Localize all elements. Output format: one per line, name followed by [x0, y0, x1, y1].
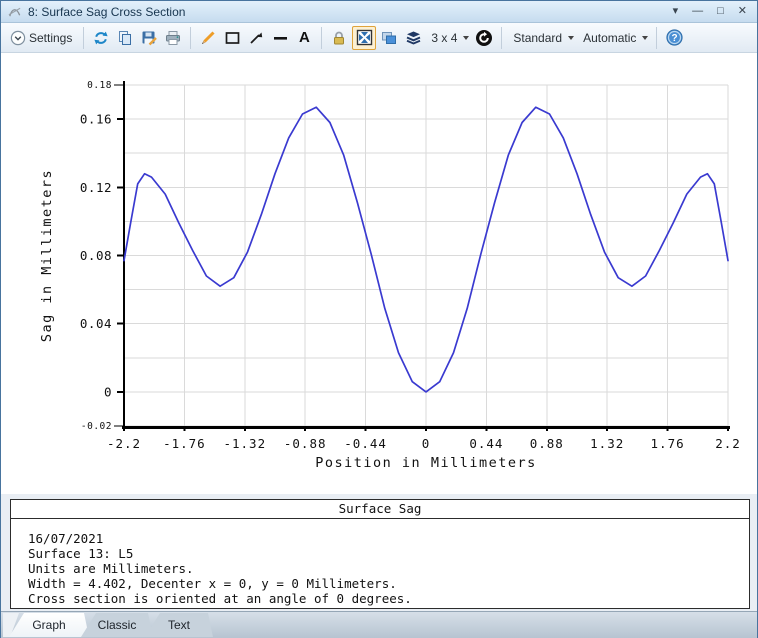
y-tick-label: 0.12 [80, 180, 112, 195]
print-button[interactable] [162, 26, 184, 50]
x-tick-label: -1.32 [223, 436, 266, 451]
panel-line-surface: Surface 13: L5 [28, 546, 749, 561]
x-tick-label: -1.76 [163, 436, 206, 451]
draw-text-button[interactable]: A [293, 26, 315, 50]
settings-chevron-icon [10, 30, 26, 46]
draw-rectangle-button[interactable] [221, 26, 243, 50]
lock-icon [331, 30, 347, 46]
y-tick-label: 0.18 [87, 80, 112, 91]
copy-button[interactable] [114, 26, 136, 50]
fit-window-button[interactable] [352, 26, 376, 50]
x-tick-label: -0.88 [284, 436, 327, 451]
lock-button[interactable] [328, 26, 350, 50]
tab-classic[interactable]: Classic [81, 613, 153, 637]
tab-classic-label: Classic [98, 618, 137, 633]
grid-layout-label: 3 x 4 [428, 31, 460, 45]
x-tick-label: 1.76 [651, 436, 685, 451]
x-tick-label: -2.2 [107, 436, 141, 451]
layers-icon [405, 30, 422, 46]
separator [321, 27, 322, 49]
panel-line-date: 16/07/2021 [28, 531, 749, 546]
panel-line-width: Width = 4.402, Decenter x = 0, y = 0 Mil… [28, 576, 749, 591]
rectangle-icon [224, 30, 241, 46]
separator [656, 27, 657, 49]
x-tick-label: 1.32 [590, 436, 624, 451]
app-icon [7, 4, 22, 19]
draw-line-button[interactable] [269, 26, 291, 50]
automatic-label: Automatic [580, 31, 639, 45]
y-tick-label: 0.04 [80, 316, 112, 331]
tab-graph-label: Graph [32, 618, 65, 633]
x-tick-label: 0 [422, 436, 431, 451]
standard-label: Standard [510, 31, 565, 45]
copy-icon [117, 30, 133, 46]
separator [83, 27, 84, 49]
tab-text-label: Text [168, 618, 190, 633]
pencil-icon [200, 30, 216, 46]
panel-header: Surface Sag [11, 500, 749, 519]
chevron-down-icon [642, 36, 648, 40]
arrow-icon [248, 30, 264, 46]
minimize-button[interactable]: — [692, 6, 703, 17]
refresh-icon [93, 30, 109, 46]
refresh-button[interactable] [90, 26, 112, 50]
y-tick-label: 0 [104, 384, 112, 399]
x-axis-title: Position in Millimeters [315, 455, 536, 471]
close-button[interactable]: ✕ [738, 6, 747, 17]
window-menu-button[interactable]: ▾ [673, 6, 679, 17]
y-tick-label: -0.02 [81, 421, 112, 432]
automatic-dropdown[interactable]: Automatic [577, 26, 651, 50]
grid-layout-dropdown[interactable]: 3 x 4 [425, 26, 472, 50]
draw-arrow-button[interactable] [245, 26, 267, 50]
save-button[interactable] [138, 26, 160, 50]
print-icon [165, 30, 181, 46]
aspect-loop-button[interactable] [473, 26, 495, 50]
title-bar: 8: Surface Sag Cross Section ▾ — □ ✕ [1, 1, 757, 23]
panel-line-orientation: Cross section is oriented at an angle of… [28, 591, 749, 606]
toolbar: Settings [1, 23, 757, 53]
settings-dropdown[interactable]: Settings [7, 26, 78, 50]
chevron-down-icon [463, 36, 469, 40]
chevron-down-icon [568, 36, 574, 40]
tab-text[interactable]: Text [145, 613, 213, 637]
window-title: 8: Surface Sag Cross Section [28, 5, 673, 19]
help-icon: ? [666, 29, 683, 46]
x-tick-label: 2.2 [715, 436, 741, 451]
tab-graph[interactable]: Graph [9, 613, 89, 637]
fit-window-icon [356, 29, 373, 46]
overlay-window-icon [381, 30, 397, 46]
y-tick-label: 0.08 [80, 248, 112, 263]
text-summary-panel: Surface Sag 16/07/2021 Surface 13: L5 Un… [10, 499, 750, 609]
tab-bar: Graph Classic Text [1, 611, 757, 638]
line-icon [272, 30, 289, 46]
settings-label: Settings [26, 31, 75, 45]
surface-sag-window: 8: Surface Sag Cross Section ▾ — □ ✕ Set… [0, 0, 758, 638]
x-tick-label: 0.44 [469, 436, 503, 451]
draw-pencil-button[interactable] [197, 26, 219, 50]
text-icon: A [299, 29, 310, 46]
panel-line-units: Units are Millimeters. [28, 561, 749, 576]
separator [501, 27, 502, 49]
x-tick-label: 0.88 [530, 436, 564, 451]
aspect-loop-icon [475, 29, 493, 47]
save-icon [141, 30, 157, 46]
layers-button[interactable] [402, 26, 424, 50]
separator [190, 27, 191, 49]
y-axis-title: Sag in Millimeters [39, 169, 55, 342]
graph-page: 0.18 0.16 0.12 0.08 0.04 0 -0.02 -2.2 -1.76 -1.32… [1, 53, 757, 494]
sag-chart: 0.18 0.16 0.12 0.08 0.04 0 -0.02 -2.2 -1.76 -1.32… [1, 53, 757, 494]
overlay-window-button[interactable] [378, 26, 400, 50]
help-button[interactable]: ? [663, 26, 685, 50]
maximize-button[interactable]: □ [717, 6, 724, 17]
y-tick-label: 0.16 [80, 112, 112, 127]
standard-dropdown[interactable]: Standard [507, 26, 577, 50]
svg-text:?: ? [671, 33, 677, 44]
x-tick-label: -0.44 [344, 436, 387, 451]
